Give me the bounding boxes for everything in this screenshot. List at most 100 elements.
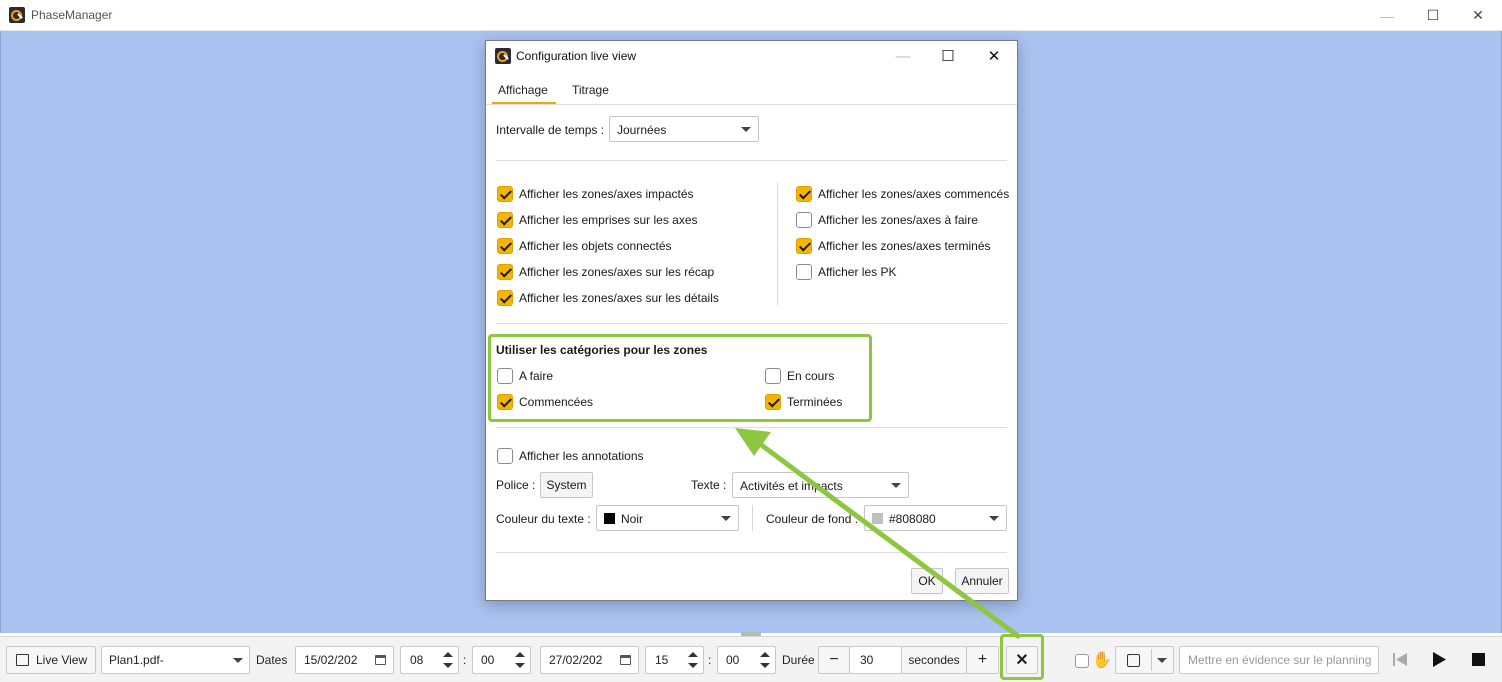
duration-plus-button[interactable]: + — [966, 646, 999, 674]
cancel-button[interactable]: Annuler — [955, 568, 1009, 594]
divider — [496, 552, 1007, 553]
text-content-select[interactable]: Activités et impacts — [732, 472, 909, 498]
checkbox-zones-commences[interactable] — [796, 186, 812, 202]
spinner-icon[interactable] — [442, 650, 454, 670]
end-minute-stepper[interactable]: 00 — [717, 646, 776, 674]
checkbox-annotations[interactable] — [497, 448, 513, 464]
app-title-bar: PhaseManager — ☐ ✕ — [0, 0, 1502, 31]
duration-minus-button[interactable]: − — [818, 646, 850, 674]
bg-color-value: #808080 — [889, 512, 936, 526]
cancel-label: Annuler — [961, 574, 1003, 588]
option-label: Afficher les objets connectés — [519, 239, 672, 253]
option-label: Afficher les emprises sur les axes — [519, 213, 698, 227]
tab-affichage[interactable]: Affichage — [498, 83, 548, 97]
stop-icon[interactable] — [1472, 653, 1485, 666]
app-logo-icon — [9, 7, 25, 23]
column-divider — [777, 183, 778, 305]
text-color-value: Noir — [621, 512, 644, 526]
time-separator: : — [463, 653, 467, 667]
option-label: Afficher les zones/axes à faire — [818, 213, 978, 227]
start-minute-value: 00 — [481, 653, 495, 667]
skip-back-icon[interactable] — [1393, 652, 1407, 667]
spinner-icon[interactable] — [759, 650, 771, 670]
tab-titrage[interactable]: Titrage — [572, 83, 609, 97]
dropdown-divider — [1151, 649, 1152, 671]
chevron-down-icon — [891, 483, 901, 488]
font-value: System — [546, 478, 587, 492]
dialog-minimize-icon[interactable]: — — [880, 41, 926, 71]
dates-label: Dates — [256, 653, 288, 667]
bg-color-label: Couleur de fond : — [766, 512, 859, 526]
checkbox-zones-a-faire[interactable] — [796, 212, 812, 228]
end-date-value: 27/02/202 — [549, 653, 603, 667]
checkbox-zones-details[interactable] — [497, 290, 513, 306]
tab-bar-divider — [486, 104, 1017, 105]
highlight-placeholder: Mettre en évidence sur le planning — [1188, 653, 1372, 667]
duration-input[interactable]: 30 — [849, 646, 902, 674]
interval-select[interactable]: Journées — [609, 116, 759, 142]
app-title: PhaseManager — [31, 8, 113, 22]
bg-color-select[interactable]: #808080 — [864, 505, 1007, 531]
color-swatch — [872, 513, 883, 524]
checkbox-zones-termines[interactable] — [796, 238, 812, 254]
dialog-maximize-icon[interactable]: ☐ — [925, 41, 971, 71]
interval-value: Journées — [617, 123, 667, 137]
bottom-toolbar: Live View Plan1.pdf- Dates 15/02/202 08 … — [0, 636, 1502, 682]
option-label: Afficher les zones/axes terminés — [818, 239, 991, 253]
divider — [496, 323, 1007, 324]
pan-toggle-checkbox[interactable] — [1075, 654, 1089, 668]
hand-icon[interactable]: ✋ — [1092, 650, 1112, 670]
dialog-close-icon[interactable]: ✕ — [971, 41, 1017, 71]
highlight-search-input[interactable]: Mettre en évidence sur le planning — [1179, 646, 1379, 674]
duration-label: Durée — [782, 653, 815, 667]
option-label: Afficher les zones/axes commencés — [818, 187, 1010, 201]
checkbox-objets-connectes[interactable] — [497, 238, 513, 254]
duration-value: 30 — [860, 653, 874, 667]
play-icon[interactable] — [1433, 652, 1446, 670]
calendar-icon[interactable] — [375, 655, 386, 665]
plan-value: Plan1.pdf- — [109, 653, 164, 667]
duration-unit-label: secondes — [908, 653, 960, 667]
interval-label: Intervalle de temps : — [496, 123, 605, 137]
checkbox-zones-recap[interactable] — [497, 264, 513, 280]
start-hour-stepper[interactable]: 08 — [400, 646, 459, 674]
text-color-select[interactable]: Noir — [596, 505, 739, 531]
checkbox-pk[interactable] — [796, 264, 812, 280]
annotations-label: Afficher les annotations — [519, 449, 644, 463]
live-view-button[interactable]: Live View — [6, 646, 96, 674]
text-color-label: Couleur du texte : — [496, 512, 591, 526]
color-swatch — [604, 513, 615, 524]
fit-view-icon — [1127, 654, 1140, 667]
dialog-title: Configuration live view — [516, 49, 637, 63]
checkbox-emprises[interactable] — [497, 212, 513, 228]
maximize-icon[interactable]: ☐ — [1410, 0, 1456, 31]
end-date-field[interactable]: 27/02/202 — [540, 646, 639, 674]
spinner-icon[interactable] — [687, 650, 699, 670]
minus-icon: − — [829, 651, 839, 668]
start-minute-stepper[interactable]: 00 — [472, 646, 531, 674]
spinner-icon[interactable] — [514, 650, 526, 670]
highlight-box-config-button — [1000, 634, 1044, 680]
live-view-label: Live View — [36, 653, 88, 667]
view-fit-dropdown[interactable] — [1115, 646, 1174, 674]
start-date-field[interactable]: 15/02/202 — [295, 646, 394, 674]
calendar-icon[interactable] — [620, 655, 631, 665]
checkbox-zones-impactes[interactable] — [497, 186, 513, 202]
ok-label: OK — [918, 574, 936, 588]
field-divider — [752, 505, 753, 531]
clapperboard-icon — [16, 654, 29, 666]
divider — [496, 427, 1007, 428]
highlight-box-categories — [488, 334, 872, 422]
ok-button[interactable]: OK — [911, 568, 943, 594]
minimize-icon[interactable]: — — [1364, 0, 1410, 31]
plan-select[interactable]: Plan1.pdf- — [101, 646, 250, 674]
end-minute-value: 00 — [726, 653, 740, 667]
chevron-down-icon — [989, 516, 999, 521]
close-icon[interactable]: ✕ — [1455, 0, 1501, 31]
font-button[interactable]: System — [540, 472, 593, 498]
plus-icon: + — [977, 651, 988, 668]
text-content-value: Activités et impacts — [740, 479, 843, 493]
chevron-down-icon — [741, 127, 751, 132]
end-hour-stepper[interactable]: 15 — [645, 646, 704, 674]
time-separator: : — [708, 653, 712, 667]
